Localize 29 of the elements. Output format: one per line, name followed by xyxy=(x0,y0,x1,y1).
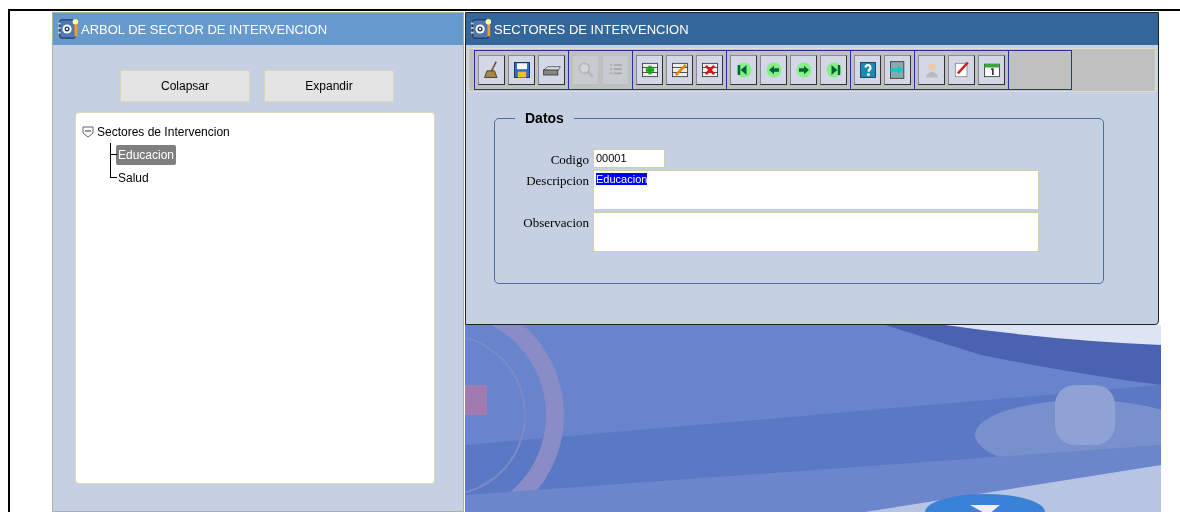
tree-item[interactable]: Sectores de Intervencion xyxy=(95,121,232,142)
section-title: Datos xyxy=(515,110,574,126)
collapse-icon[interactable] xyxy=(82,125,94,138)
field-label: Codigo xyxy=(549,151,589,168)
tree-item[interactable]: Salud xyxy=(116,167,151,188)
pencil-row-icon[interactable] xyxy=(666,55,693,85)
field-label: Descripcion xyxy=(525,172,589,189)
person-icon[interactable] xyxy=(918,55,945,85)
notebook-icon xyxy=(57,18,79,40)
first-record-icon[interactable] xyxy=(730,55,757,85)
last-record-icon[interactable] xyxy=(820,55,847,85)
help-icon[interactable] xyxy=(854,55,881,85)
tree-item[interactable]: Educacion xyxy=(116,144,177,165)
field-label: Observacion xyxy=(522,214,589,231)
notebook-icon xyxy=(470,18,492,40)
pencil-check-icon[interactable] xyxy=(948,55,975,85)
window-title: ARBOL DE SECTOR DE INTERVENCION xyxy=(81,21,328,37)
delete-row-icon[interactable] xyxy=(696,55,723,85)
exit-door-icon[interactable] xyxy=(884,55,911,85)
calendar-icon[interactable] xyxy=(978,55,1005,85)
printer-icon[interactable] xyxy=(538,55,565,85)
input-field[interactable]: 00001 xyxy=(593,149,665,168)
input-field[interactable]: Educacion xyxy=(593,170,1039,210)
window-title: SECTORES DE INTERVENCION xyxy=(494,21,689,37)
action-button[interactable]: Colapsar xyxy=(120,70,250,102)
add-row-icon[interactable] xyxy=(636,55,663,85)
action-button[interactable]: Expandir xyxy=(264,70,394,102)
input-field[interactable] xyxy=(593,212,1039,252)
broom-icon[interactable] xyxy=(478,55,505,85)
